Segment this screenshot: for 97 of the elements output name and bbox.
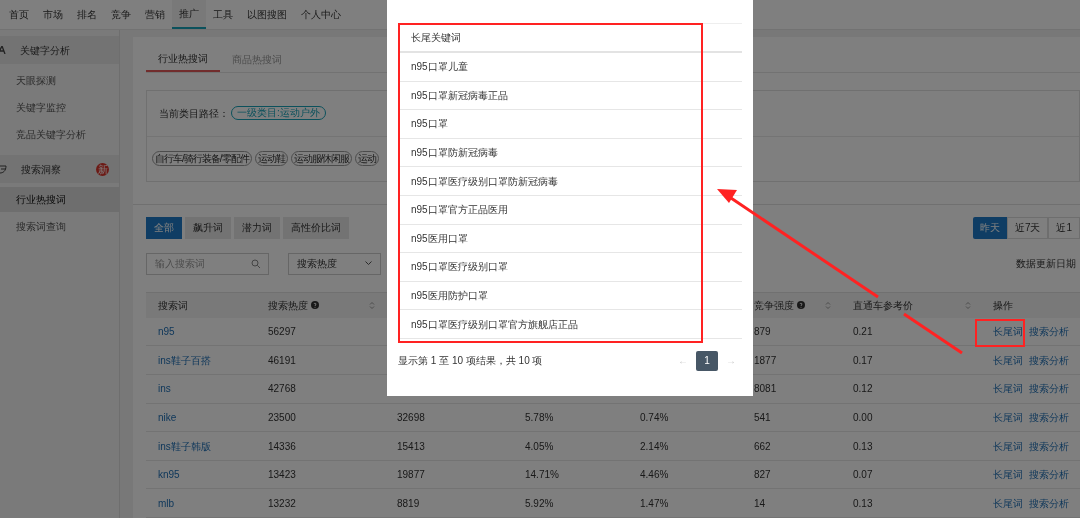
table-cell-text: 46191 — [268, 353, 296, 368]
sidebar-section-header[interactable]: 搜索洞察 新 — [0, 155, 119, 183]
nav-tab[interactable]: 推广 — [172, 0, 206, 29]
new-badge: 新 — [96, 162, 109, 176]
update-date-label: 数据更新日期 — [1016, 257, 1076, 272]
table-cell-text: 15413 — [397, 439, 425, 454]
nav-tab[interactable]: 竞争 — [104, 0, 138, 29]
table-cell-text: 19877 — [397, 468, 425, 483]
column-header: 竞争强度 — [754, 298, 794, 313]
action-link[interactable]: 长尾词 — [993, 495, 1023, 511]
table-cell-text: 23500 — [268, 410, 296, 425]
filter-tab[interactable]: 飙升词 — [185, 216, 231, 239]
table-cell-text: 8819 — [397, 496, 420, 511]
action-link[interactable]: 搜索分析 — [1029, 438, 1069, 454]
table-cell-text: 13232 — [268, 496, 296, 511]
table-cell-text: 0.07 — [853, 468, 873, 483]
action-link[interactable]: 搜索分析 — [1029, 352, 1069, 368]
keyword-link[interactable]: kn95 — [158, 467, 180, 483]
filter-tab[interactable]: 潜力词 — [234, 216, 280, 239]
action-link[interactable]: 搜索分析 — [1029, 324, 1069, 340]
sidebar-item[interactable]: 天眼探测 — [0, 68, 119, 93]
table-cell-text: 0.17 — [853, 353, 873, 368]
annotation-frame — [975, 319, 1025, 347]
table-cell-text: 2.14% — [640, 439, 669, 454]
chevron-down-icon — [365, 261, 372, 267]
table-cell-text: 8081 — [754, 382, 777, 397]
sidebar-item[interactable]: 搜索词查询 — [0, 214, 119, 239]
keyword-link[interactable]: ins — [158, 381, 171, 397]
nav-tab[interactable]: 以图搜图 — [240, 0, 294, 29]
table-cell-text: 14 — [754, 496, 766, 511]
results-summary: 显示第 1 至 10 项结果，共 10 项 — [398, 354, 543, 369]
table-cell-text: 662 — [754, 439, 771, 454]
filter-tab[interactable]: 高性价比词 — [283, 216, 349, 239]
period-tab[interactable]: 近1 — [1048, 216, 1080, 239]
sort-select[interactable]: 搜索热度 — [288, 252, 381, 275]
table-cell-text: 0.13 — [853, 439, 873, 454]
sidebar-section-header[interactable]: 关键字分析 — [0, 36, 119, 64]
action-link[interactable]: 长尾词 — [993, 352, 1023, 368]
nav-tab[interactable]: 市场 — [36, 0, 70, 29]
keyword-link[interactable]: n95 — [158, 324, 175, 340]
keyword-link[interactable]: nike — [158, 409, 177, 425]
nav-tab[interactable]: 排名 — [70, 0, 104, 29]
table-cell-text: 0.74% — [640, 410, 669, 425]
breadcrumb-label: 当前类目路径： — [159, 106, 229, 121]
action-link[interactable]: 长尾词 — [993, 438, 1023, 454]
scope-icon — [0, 164, 7, 174]
table-cell-text: 5.78% — [525, 410, 554, 425]
table-cell-text: 14.71% — [525, 468, 559, 483]
table-cell-text: 13423 — [268, 468, 296, 483]
action-link[interactable]: 搜索分析 — [1029, 381, 1069, 397]
column-header: 操作 — [993, 298, 1013, 313]
action-link[interactable]: 搜索分析 — [1029, 467, 1069, 483]
table-cell-text: 14336 — [268, 439, 296, 454]
action-link[interactable]: 搜索分析 — [1029, 409, 1069, 425]
keyword-link[interactable]: mlb — [158, 495, 175, 511]
table-cell-text: 0.00 — [853, 410, 873, 425]
page-button[interactable]: 1 — [696, 350, 718, 371]
column-header: 直通车参考价 — [853, 298, 913, 313]
table-cell-text: 0.13 — [853, 496, 873, 511]
table-cell-text: 4.05% — [525, 439, 554, 454]
nav-tab[interactable]: 营销 — [138, 0, 172, 29]
table-cell-text: 827 — [754, 468, 771, 483]
table-cell-text: 56297 — [268, 325, 296, 340]
sidebar-item[interactable]: 关键字监控 — [0, 95, 119, 120]
sidebar-item[interactable]: 竞品关键字分析 — [0, 122, 119, 147]
nav-tab[interactable]: 个人中心 — [294, 0, 348, 29]
help-icon — [311, 301, 319, 310]
help-icon — [797, 301, 805, 310]
search-icon — [251, 258, 261, 269]
table-cell-text: 4.46% — [640, 468, 669, 483]
action-link[interactable]: 长尾词 — [993, 467, 1023, 483]
action-link[interactable]: 搜索分析 — [1029, 495, 1069, 511]
nav-tab[interactable]: 工具 — [206, 0, 240, 29]
keyword-link[interactable]: ins鞋子百搭 — [158, 352, 211, 368]
table-cell-text: 0.12 — [853, 382, 873, 397]
letter-icon — [0, 46, 6, 54]
table-cell-text: 0.21 — [853, 325, 873, 340]
action-link[interactable]: 长尾词 — [993, 381, 1023, 397]
filter-tab[interactable]: 全部 — [146, 216, 182, 239]
action-link[interactable]: 长尾词 — [993, 409, 1023, 425]
category-chip[interactable]: 运动 — [355, 151, 380, 167]
table-cell-text: 42768 — [268, 382, 296, 397]
table-cell-text: 32698 — [397, 410, 425, 425]
column-header: 搜索热度 — [268, 298, 308, 313]
column-header: 搜索词 — [158, 298, 188, 313]
action-link[interactable]: 长尾词 — [993, 324, 1023, 340]
period-tab[interactable]: 昨天 — [972, 216, 1007, 239]
table-cell-text: 879 — [754, 325, 771, 340]
page-tab[interactable]: 行业热搜词 — [146, 48, 220, 72]
nav-tab[interactable]: 首页 — [2, 0, 36, 29]
table-cell-text: 541 — [754, 410, 771, 425]
table-cell-text: 1.47% — [640, 496, 669, 511]
table-cell-text: 1877 — [754, 353, 777, 368]
table-cell-text: 5.92% — [525, 496, 554, 511]
keyword-link[interactable]: ins鞋子韩版 — [158, 438, 211, 454]
period-tab[interactable]: 近7天 — [1006, 216, 1049, 239]
sidebar-item[interactable]: 行业热搜词 — [0, 187, 119, 212]
